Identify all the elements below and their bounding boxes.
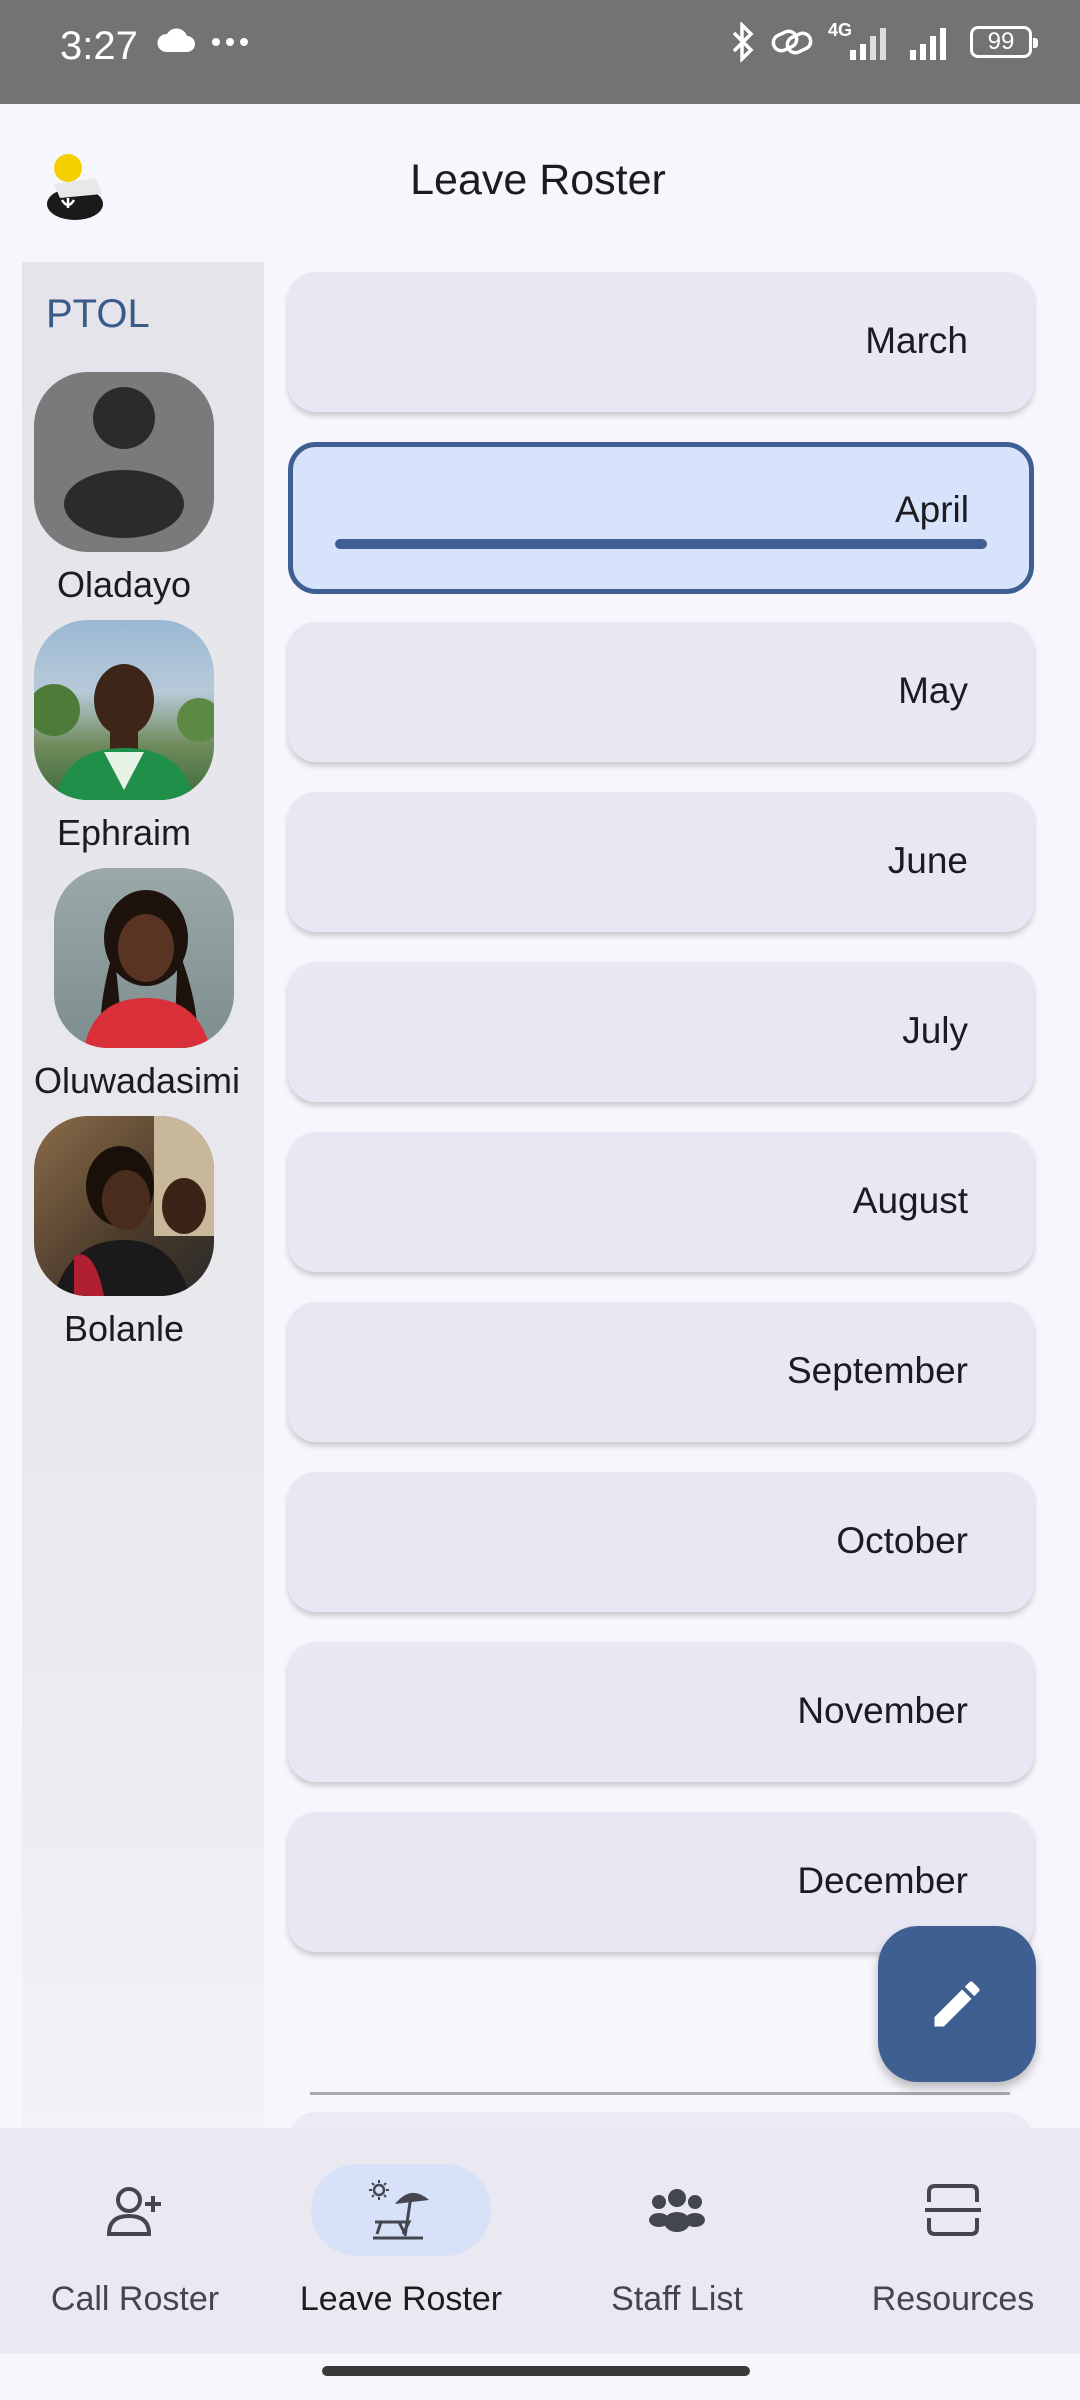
avatar <box>54 868 234 1048</box>
add-person-icon <box>106 2187 161 2236</box>
nav-call-roster[interactable]: Call Roster <box>0 2128 270 2354</box>
month-card-april[interactable]: April <box>288 442 1034 594</box>
month-label: April <box>894 489 969 530</box>
nav-resources[interactable]: Resources <box>818 2128 1080 2354</box>
more-icon <box>212 38 249 46</box>
month-card-june[interactable]: June <box>288 792 1034 932</box>
staff-item-bolanle[interactable]: Bolanle <box>34 1116 214 1350</box>
bluetooth-icon <box>732 22 754 62</box>
month-label: December <box>797 1860 968 1901</box>
default-avatar-icon <box>64 387 184 538</box>
edit-pencil-icon <box>934 1981 980 2027</box>
app-bar: Leave Roster <box>0 104 1080 262</box>
battery-level: 99 <box>987 28 1015 55</box>
signal-icon: 4G <box>828 20 892 62</box>
link-icon <box>771 29 813 55</box>
staff-item-oladayo[interactable]: Oladayo <box>34 372 214 606</box>
edit-button[interactable] <box>878 1926 1036 2082</box>
staff-name: Bolanle <box>63 1308 185 1349</box>
battery-icon: 99 <box>970 26 1038 58</box>
staff-name: Oluwadasimi <box>33 1060 241 1101</box>
resources-icon <box>925 2184 981 2236</box>
nav-label: Call Roster <box>50 2280 220 2318</box>
staff-item-oluwadasimi[interactable]: Oluwadasimi <box>22 868 252 1102</box>
status-time: 3:27 <box>60 24 138 68</box>
status-bar: 3:27 4G 99 <box>0 0 1080 104</box>
month-card-october[interactable]: October <box>288 1472 1034 1612</box>
month-label: March <box>865 320 968 361</box>
team-label: PTOL <box>46 292 150 336</box>
nav-leave-roster[interactable]: Leave Roster <box>266 2128 536 2354</box>
month-label: May <box>898 670 968 711</box>
avatar <box>34 372 214 552</box>
list-divider <box>310 2092 1010 2095</box>
page-title: Leave Roster <box>410 156 666 204</box>
nav-label: Staff List <box>611 2280 743 2318</box>
month-label: October <box>836 1520 968 1561</box>
cloud-icon <box>157 28 195 52</box>
month-label: July <box>902 1010 968 1051</box>
signal-icon <box>910 28 946 60</box>
nav-label: Resources <box>871 2280 1035 2318</box>
selection-indicator <box>335 539 987 549</box>
month-label: June <box>887 840 968 881</box>
staff-sidebar: PTOL Oladayo Ephraim Oluwadasimi Bolanle <box>22 262 264 2128</box>
month-card-may[interactable]: May <box>288 622 1034 762</box>
avatar <box>34 620 214 800</box>
month-label: September <box>787 1350 968 1391</box>
month-card-july[interactable]: July <box>288 962 1034 1102</box>
month-card-september[interactable]: September <box>288 1302 1034 1442</box>
month-label: November <box>797 1690 968 1731</box>
nav-staff-list[interactable]: Staff List <box>542 2128 812 2354</box>
home-indicator[interactable] <box>322 2366 750 2376</box>
month-card-november[interactable]: November <box>288 1642 1034 1782</box>
staff-name: Oladayo <box>56 564 192 605</box>
staff-item-ephraim[interactable]: Ephraim <box>34 620 214 854</box>
nav-label: Leave Roster <box>299 2280 503 2318</box>
avatar <box>34 1116 214 1296</box>
month-card-march[interactable]: March <box>288 272 1034 412</box>
bottom-navigation: Call Roster Leave Roster Staff List Reso… <box>0 2128 1080 2354</box>
month-card-august[interactable]: August <box>288 1132 1034 1272</box>
month-label: August <box>852 1180 968 1221</box>
group-icon <box>649 2189 705 2232</box>
staff-name: Ephraim <box>56 812 192 853</box>
beach-umbrella-icon <box>369 2180 429 2240</box>
